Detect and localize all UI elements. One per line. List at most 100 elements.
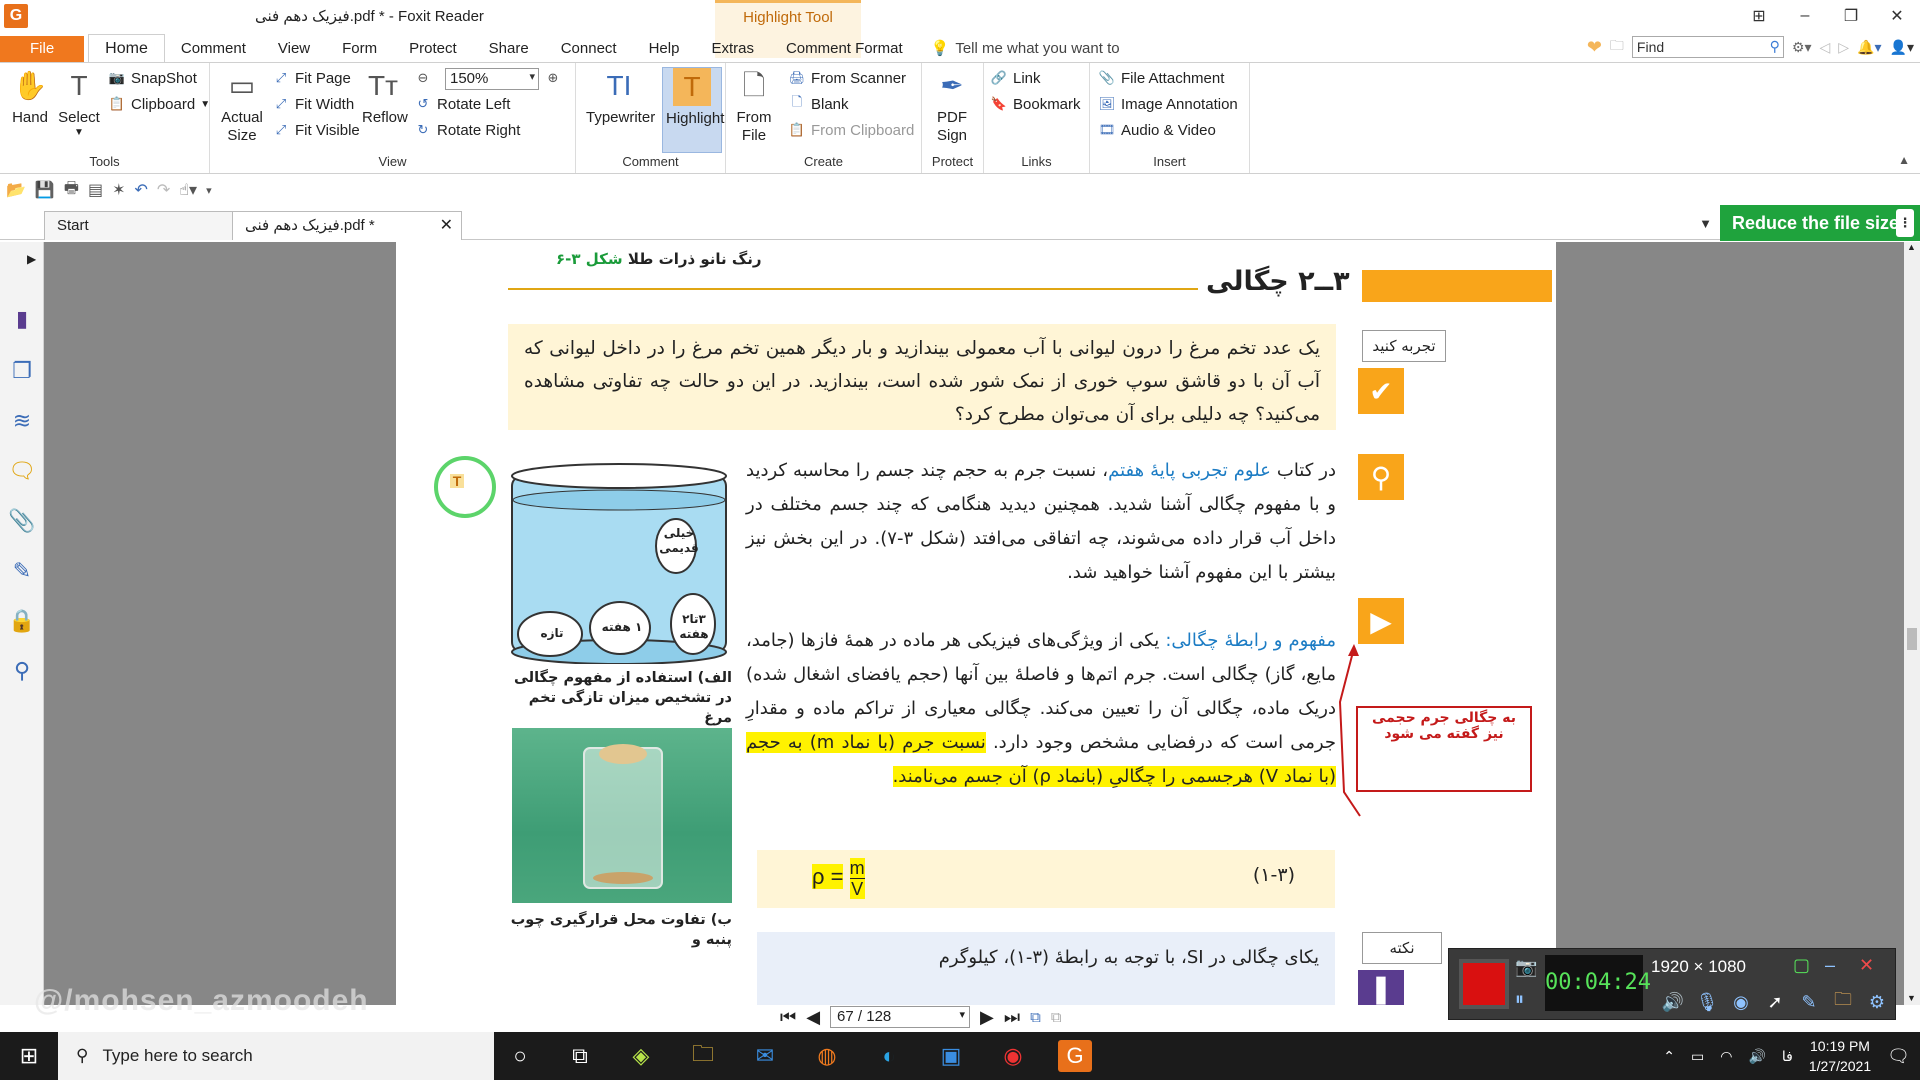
prev-page-icon[interactable]: ◀	[806, 1007, 820, 1028]
app-icon[interactable]: ◈	[624, 1040, 658, 1072]
first-page-icon[interactable]: ⏮	[780, 1007, 796, 1028]
layers-panel-icon[interactable]: ≋	[9, 408, 35, 434]
next-page-icon[interactable]: ▶	[980, 1007, 994, 1028]
language-indicator[interactable]: فا	[1782, 1048, 1793, 1065]
cursor-icon[interactable]: ➚	[1761, 989, 1789, 1015]
task-view-icon[interactable]: ⧉	[563, 1040, 597, 1072]
collapse-ribbon-icon[interactable]: ▲	[1898, 153, 1910, 167]
notifications-icon[interactable]: 🗨	[1887, 1046, 1910, 1067]
blank-button[interactable]: 🗋 Blank	[788, 94, 849, 113]
microphone-icon[interactable]: 🎙	[1693, 989, 1721, 1015]
attachments-panel-icon[interactable]: 📎	[8, 508, 35, 534]
rotate-right-button[interactable]: ↻ Rotate Right	[414, 121, 521, 139]
last-page-icon[interactable]: ⏭	[1004, 1007, 1020, 1028]
from-scanner-button[interactable]: 🖨 From Scanner	[788, 69, 906, 87]
camera-capture-icon[interactable]: 📷	[1515, 957, 1541, 981]
tab-share[interactable]: Share	[473, 36, 545, 62]
image-annotation-button[interactable]: 🖼 Image Annotation	[1098, 95, 1238, 113]
tab-comment[interactable]: Comment	[165, 36, 262, 62]
remote-desktop-icon[interactable]: ▣	[934, 1040, 968, 1072]
tray-overflow-icon[interactable]: ⌃	[1663, 1048, 1675, 1065]
mail-icon[interactable]: ✉	[748, 1040, 782, 1072]
battery-icon[interactable]: ▭	[1691, 1048, 1704, 1065]
layout-icon[interactable]: ⊞	[1736, 0, 1782, 32]
close-button[interactable]: ✕	[1874, 0, 1920, 32]
tell-me-box[interactable]: 💡 Tell me what you want to	[919, 36, 1132, 62]
bell-icon[interactable]: 🔔▾	[1857, 39, 1881, 56]
scroll-thumb[interactable]	[1907, 628, 1917, 650]
restore-button[interactable]: ❐	[1828, 0, 1874, 32]
tab-current-document[interactable]: فیزیک دهم فنی.pdf * ✕	[232, 211, 462, 240]
vertical-scrollbar[interactable]: ▲ ▼	[1904, 242, 1920, 1005]
folder-search-icon[interactable]: 🗀	[1610, 35, 1624, 59]
tab-connect[interactable]: Connect	[545, 36, 633, 62]
highlight-button[interactable]: T Highlight	[662, 67, 724, 153]
pdf-sign-button[interactable]: ✒ PDF Sign	[930, 67, 974, 145]
redo-icon[interactable]: ↷	[157, 180, 170, 200]
close-recorder-icon[interactable]: ✕	[1859, 955, 1874, 976]
minimize-recorder-icon[interactable]: –	[1825, 955, 1835, 976]
undo-icon[interactable]: ↶	[134, 180, 147, 200]
tab-start[interactable]: Start	[44, 211, 234, 240]
from-clipboard-button[interactable]: 📋 From Clipboard	[788, 121, 914, 139]
recorder-app-icon[interactable]: ◉	[996, 1040, 1030, 1072]
webcam-icon[interactable]: ◉	[1727, 989, 1755, 1015]
snapshot-button[interactable]: 📷 SnapShot	[108, 69, 197, 87]
security-panel-icon[interactable]: 🔒	[8, 608, 35, 634]
new-icon[interactable]: ✶	[112, 180, 125, 200]
tab-form[interactable]: Form	[326, 36, 393, 62]
pen-icon[interactable]: ✎	[1795, 989, 1823, 1015]
print-icon[interactable]: 🖶	[64, 177, 79, 204]
close-tab-icon[interactable]: ✕	[440, 212, 453, 240]
clock[interactable]: 10:19 PM 1/27/2021	[1809, 1036, 1871, 1076]
tab-home[interactable]: Home	[88, 34, 165, 62]
view-mode-icon[interactable]: ⧉	[1030, 1009, 1041, 1026]
fit-width-button[interactable]: ⤢ Fit Width	[272, 95, 354, 113]
tab-file[interactable]: File	[0, 36, 85, 62]
search-icon[interactable]: ⚲	[1770, 38, 1780, 55]
speaker-icon[interactable]: 🔊	[1659, 989, 1687, 1015]
tab-view[interactable]: View	[262, 36, 326, 62]
pdf-page[interactable]: رنگ نانو ذرات طلا شکل ۳-۶ ۳ــ۲ چگالی یک …	[396, 242, 1556, 1005]
page-number-field[interactable]: 67 / 128	[830, 1006, 971, 1028]
zoom-field[interactable]: 150%	[445, 68, 539, 90]
signature-panel-icon[interactable]: ✎	[9, 558, 35, 584]
properties-icon[interactable]: ▤	[88, 180, 103, 200]
edge-icon[interactable]: ◐	[872, 1040, 906, 1072]
actual-size-button[interactable]: ▭ Actual Size	[220, 67, 264, 145]
tab-extras[interactable]: Extras	[695, 36, 770, 62]
region-icon[interactable]: ▢	[1793, 955, 1810, 976]
tab-comment-format[interactable]: Comment Format	[770, 36, 919, 62]
firefox-icon[interactable]: ◍	[810, 1040, 844, 1072]
settings-icon[interactable]: ⚙▾	[1792, 39, 1812, 56]
settings-gear-icon[interactable]: ⚙	[1863, 989, 1891, 1015]
hand-tool-icon[interactable]: ☝▾	[179, 180, 197, 200]
minimize-button[interactable]: –	[1782, 0, 1828, 32]
taskbar-search[interactable]: ⚲ Type here to search	[58, 1032, 494, 1080]
folder-icon[interactable]: 🗀	[1829, 989, 1857, 1015]
customize-icon[interactable]: ▾	[206, 184, 212, 197]
pages-panel-icon[interactable]: ❐	[9, 358, 35, 384]
open-icon[interactable]: 📂	[6, 180, 26, 200]
tab-protect[interactable]: Protect	[393, 36, 473, 62]
rotate-left-button[interactable]: ↺ Rotate Left	[414, 95, 511, 113]
user-icon[interactable]: 👤▾	[1890, 39, 1914, 56]
annotation-box[interactable]: به چگالی جرم حجمی نیز گفته می شود	[1356, 706, 1532, 792]
audio-video-button[interactable]: 🎞 Audio & Video	[1098, 121, 1216, 139]
content-panel-icon[interactable]: ⚲	[9, 658, 35, 684]
tab-help[interactable]: Help	[633, 36, 696, 62]
prev-icon[interactable]: ◁	[1820, 39, 1831, 56]
document-viewer[interactable]: رنگ نانو ذرات طلا شکل ۳-۶ ۳ــ۲ چگالی یک …	[44, 242, 1904, 1005]
volume-icon[interactable]: 🔊	[1748, 1048, 1765, 1065]
hand-button[interactable]: ✋ Hand	[8, 67, 52, 127]
save-icon[interactable]: 💾	[35, 180, 55, 200]
select-button[interactable]: T Select ▼	[56, 67, 102, 139]
fit-visible-button[interactable]: ⤢ Fit Visible	[272, 121, 360, 139]
scroll-up-icon[interactable]: ▲	[1907, 242, 1916, 252]
reflow-button[interactable]: Tт Reflow	[362, 67, 408, 127]
scroll-down-icon[interactable]: ▼	[1907, 993, 1916, 1003]
bookmark-button[interactable]: 🔖 Bookmark	[990, 95, 1081, 113]
link-button[interactable]: 🔗 Link	[990, 69, 1041, 87]
expand-panel-icon[interactable]: ▶	[27, 252, 36, 266]
from-file-button[interactable]: 🗋 From File	[734, 67, 774, 145]
